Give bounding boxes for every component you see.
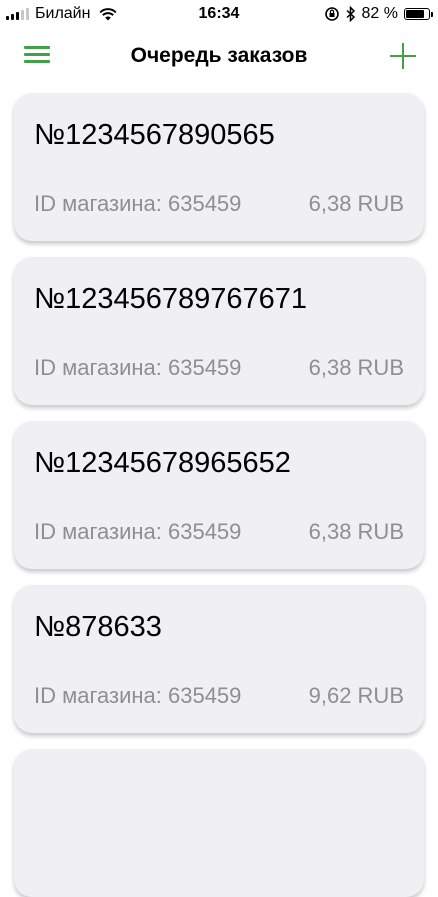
store-id: ID магазина: 635459 <box>34 355 242 380</box>
order-card[interactable]: №12345678965652 ID магазина: 635459 6,38… <box>14 421 424 569</box>
battery-icon <box>404 8 433 20</box>
order-amount: 6,38 RUB <box>308 519 404 544</box>
page-title: Очередь заказов <box>130 44 308 67</box>
navigation-bar: Очередь заказов <box>0 30 438 84</box>
order-card-partial[interactable] <box>14 749 424 897</box>
order-amount: 9,62 RUB <box>308 683 404 708</box>
order-card[interactable]: №123456789767671 ID магазина: 635459 6,3… <box>14 257 424 405</box>
order-card[interactable]: №1234567890565 ID магазина: 635459 6,38 … <box>14 93 424 241</box>
rotation-lock-icon <box>324 7 339 21</box>
order-amount: 6,38 RUB <box>308 355 404 380</box>
order-number: №878633 <box>34 611 162 643</box>
bluetooth-icon <box>346 6 355 22</box>
order-number: №123456789767671 <box>34 283 308 315</box>
order-amount: 6,38 RUB <box>308 191 404 216</box>
battery-percent: 82 % <box>361 5 398 22</box>
order-card[interactable]: №878633 ID магазина: 635459 9,62 RUB <box>14 585 424 733</box>
store-id: ID магазина: 635459 <box>34 519 242 544</box>
battery-fill <box>406 10 425 18</box>
store-id: ID магазина: 635459 <box>34 191 242 216</box>
order-number: №1234567890565 <box>34 119 275 151</box>
status-right: 82 % <box>324 5 433 23</box>
store-id: ID магазина: 635459 <box>34 683 242 708</box>
order-number: №12345678965652 <box>34 447 291 479</box>
add-order-plus-icon[interactable] <box>390 43 416 69</box>
status-bar: Билайн 16:34 82 % <box>0 0 438 30</box>
